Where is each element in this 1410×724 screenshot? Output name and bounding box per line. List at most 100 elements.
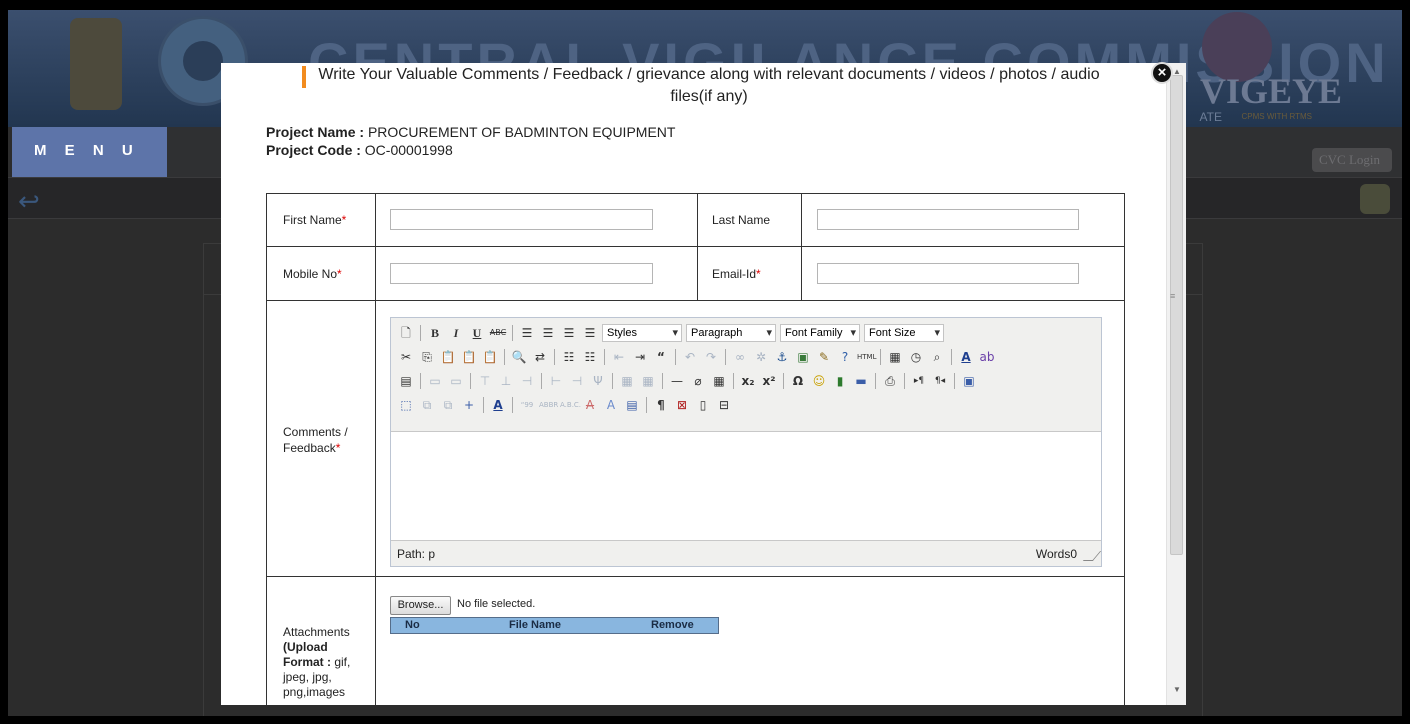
image-icon[interactable]: ▣ [794, 348, 812, 366]
special-char-icon[interactable]: Ω [789, 372, 807, 390]
outdent-icon[interactable]: ⇤ [610, 348, 628, 366]
cell-props-icon[interactable]: ▭ [447, 372, 465, 390]
align-justify-icon[interactable]: ☰ [581, 324, 599, 342]
close-modal-button[interactable]: × [1151, 62, 1173, 84]
absolute-position-icon[interactable]: + [460, 396, 478, 414]
emoticon-icon[interactable]: ☺ [810, 372, 828, 390]
italic-icon[interactable]: I [447, 324, 465, 342]
undo-icon[interactable]: ↶ [681, 348, 699, 366]
insert-layer-box-icon[interactable]: ⬚ [397, 396, 415, 414]
link-icon[interactable]: ∞ [731, 348, 749, 366]
indent-icon[interactable]: ⇥ [631, 348, 649, 366]
copy-icon[interactable]: ⎘ [418, 348, 436, 366]
scroll-grip-icon: ≡ [1170, 291, 1176, 301]
visual-aid-icon[interactable]: ▦ [710, 372, 728, 390]
template-icon[interactable]: ▯ [694, 396, 712, 414]
underline-icon[interactable]: U [468, 324, 486, 342]
rtl-icon[interactable]: ¶◂ [931, 372, 949, 390]
nonbreaking-icon[interactable]: ⊠ [673, 396, 691, 414]
menu-button[interactable]: M E N U [12, 127, 167, 177]
new-document-icon[interactable]: 🗋 [397, 324, 415, 342]
align-center-icon[interactable]: ☰ [539, 324, 557, 342]
editor-resize-handle[interactable] [1082, 551, 1102, 561]
insert-time-icon[interactable]: ◷ [907, 348, 925, 366]
move-forward-icon[interactable]: ⧉ [418, 396, 436, 414]
html-source-icon[interactable]: HTML [857, 348, 876, 366]
last-name-label: Last Name [712, 213, 771, 227]
merge-cells-icon[interactable]: ▦ [639, 372, 657, 390]
project-name-value: PROCUREMENT OF BADMINTON EQUIPMENT [367, 124, 676, 140]
numbered-list-icon[interactable]: ☷ [581, 348, 599, 366]
bullet-list-icon[interactable]: ☷ [560, 348, 578, 366]
email-id-input[interactable] [817, 263, 1079, 284]
editor-text-area[interactable] [391, 431, 1101, 541]
horizontal-rule-icon[interactable]: — [668, 372, 686, 390]
last-name-input[interactable] [817, 209, 1079, 230]
scroll-down-icon[interactable]: ▼ [1173, 685, 1181, 694]
back-arrow-icon[interactable]: ↩ [18, 186, 58, 216]
mobile-no-input[interactable] [390, 263, 653, 284]
print-icon[interactable]: ⎙ [881, 372, 899, 390]
text-color-icon[interactable]: A [957, 348, 975, 366]
col-before-icon[interactable]: ⊢ [547, 372, 565, 390]
blockquote-icon[interactable]: “ [652, 348, 670, 366]
replace-icon[interactable]: ⇄ [531, 348, 549, 366]
cite-icon[interactable]: “99 [518, 396, 536, 414]
row-props-icon[interactable]: ▭ [426, 372, 444, 390]
redo-icon[interactable]: ↷ [702, 348, 720, 366]
abbr-icon[interactable]: ABBR [539, 396, 558, 414]
cut-icon[interactable]: ✂ [397, 348, 415, 366]
anchor-icon[interactable]: ⚓ [773, 348, 791, 366]
strikethrough-icon[interactable]: ABC [489, 324, 507, 342]
editor-path: Path: p [397, 547, 436, 561]
paste-word-icon[interactable]: 📋 [481, 348, 499, 366]
attributes-icon[interactable]: ▤ [623, 396, 641, 414]
move-backward-icon[interactable]: ⧉ [439, 396, 457, 414]
remove-format-icon[interactable]: ⌀ [689, 372, 707, 390]
table-props-icon[interactable]: ▤ [397, 372, 415, 390]
modal-scrollbar[interactable]: ▲ ≡ ▼ [1166, 63, 1186, 705]
font-family-select[interactable]: Font Family [780, 324, 860, 342]
col-no: No [405, 619, 420, 631]
align-left-icon[interactable]: ☰ [518, 324, 536, 342]
font-size-select[interactable]: Font Size [864, 324, 944, 342]
col-after-icon[interactable]: ⊣ [568, 372, 586, 390]
row-after-icon[interactable]: ⊥ [497, 372, 515, 390]
first-name-input[interactable] [390, 209, 653, 230]
delete-row-icon[interactable]: ⊣ [518, 372, 536, 390]
pagebreak-icon[interactable]: ⊟ [715, 396, 733, 414]
preview-icon[interactable]: ⌕ [928, 348, 946, 366]
align-right-icon[interactable]: ☰ [560, 324, 578, 342]
find-icon[interactable]: 🔍 [510, 348, 528, 366]
cvc-login-button[interactable]: CVC Login [1312, 148, 1392, 172]
media-icon[interactable]: ▮ [831, 372, 849, 390]
del-icon[interactable]: A [581, 396, 599, 414]
paragraph-select[interactable]: Paragraph [686, 324, 776, 342]
fullscreen-icon[interactable]: ▣ [960, 372, 978, 390]
ins-icon[interactable]: A [602, 396, 620, 414]
browse-button[interactable]: Browse... [390, 596, 451, 615]
row-before-icon[interactable]: ⊤ [476, 372, 494, 390]
vigeye-subtitle: CPMS WITH RTMS [1241, 112, 1312, 121]
help-icon[interactable]: ? [836, 348, 854, 366]
bold-icon[interactable]: B [426, 324, 444, 342]
cleanup-icon[interactable]: ✎ [815, 348, 833, 366]
delete-col-icon[interactable]: Ψ [589, 372, 607, 390]
document-icon[interactable] [1360, 184, 1390, 214]
styles-select[interactable]: Styles [602, 324, 682, 342]
visual-chars-icon[interactable]: ¶ [652, 396, 670, 414]
acronym-icon[interactable]: A.B.C. [560, 396, 581, 414]
unlink-icon[interactable]: ✲ [752, 348, 770, 366]
paste-text-icon[interactable]: 📋 [460, 348, 478, 366]
editor-word-count: Words0 [1035, 547, 1077, 561]
styleprops-icon[interactable]: A [489, 396, 507, 414]
insert-date-icon[interactable]: ▦ [886, 348, 904, 366]
highlight-color-icon[interactable]: ab [978, 348, 996, 366]
split-cells-icon[interactable]: ▦ [618, 372, 636, 390]
subscript-icon[interactable]: x₂ [739, 372, 757, 390]
insert-layer-icon[interactable]: ▬ [852, 372, 870, 390]
ltr-icon[interactable]: ▸¶ [910, 372, 928, 390]
paste-icon[interactable]: 📋 [439, 348, 457, 366]
superscript-icon[interactable]: x² [760, 372, 778, 390]
scroll-thumb[interactable] [1170, 75, 1183, 555]
